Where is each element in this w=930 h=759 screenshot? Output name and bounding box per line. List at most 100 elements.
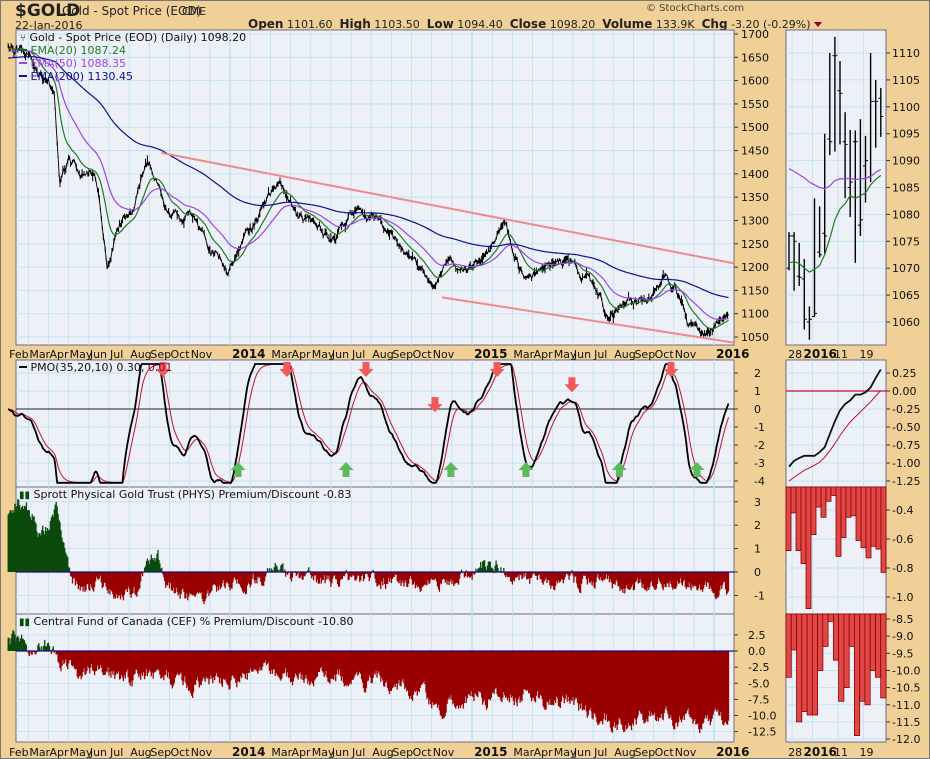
mini-pmo-axis-label: -0.75 [892, 439, 920, 452]
ema50-swatch-icon [19, 62, 27, 64]
date-axis-label: Aug [130, 348, 151, 361]
phys-axis-label: 0 [754, 566, 761, 579]
mini-cef-axis-label: -9.0 [892, 630, 913, 643]
mini-phys-bar [850, 486, 857, 517]
price-axis-label: 1200 [741, 261, 769, 274]
date-axis-label: Jun [573, 348, 591, 361]
mini-phys-axis-label: -0.8 [892, 562, 913, 575]
mini-price-axis-label: 1070 [892, 262, 920, 275]
mini-price-axis-label: 1105 [892, 74, 920, 87]
histogram-icon: ▮▮ [19, 490, 31, 501]
date-axis-label: Jul [109, 348, 123, 361]
mini-date-axis-label: 11 [834, 746, 848, 759]
date-axis-label: Sep [392, 348, 413, 361]
bottom-date-axis-label: Jun [89, 746, 107, 759]
mini-price-axis-label: 1065 [892, 289, 920, 302]
bottom-date-axis-label: Nov [675, 746, 697, 759]
bottom-date-axis-label: 2015 [474, 745, 507, 759]
mini-price-axis-label: 1100 [892, 101, 920, 114]
date-axis-label: Jul [351, 348, 365, 361]
bottom-date-axis-label: Apr [292, 746, 312, 759]
mini-pmo-axis-label: -1.00 [892, 457, 920, 470]
mini-date-axis-label: 11 [834, 348, 848, 361]
mini-panel-pmo [785, 359, 887, 488]
mini-phys-bar [875, 486, 882, 550]
mini-phys-bar [855, 486, 862, 541]
price-axis-label: 1300 [741, 214, 769, 227]
ema50-legend: EMA(50) 1088.35 [19, 57, 126, 70]
price-axis-label: 1250 [741, 238, 769, 251]
mini-price-axis-label: 1090 [892, 155, 920, 168]
cef-legend: ▮▮ Central Fund of Canada (CEF) % Premiu… [19, 615, 354, 628]
cef-axis-label: -12.5 [748, 726, 776, 739]
mini-cef-bar [811, 613, 818, 716]
bottom-date-axis-label: Jun [331, 746, 349, 759]
mini-cef-axis-label: -12.0 [892, 733, 920, 746]
mini-phys-bar [810, 486, 817, 535]
date-axis-label: Aug [372, 348, 393, 361]
date-axis-label: 2014 [232, 347, 265, 361]
mini-cef-bar [869, 613, 876, 671]
date-axis-label: Nov [433, 348, 455, 361]
mini-pmo-axis-label: 0.25 [892, 367, 917, 380]
mini-phys-bar [785, 486, 792, 551]
mini-price-axis-label: 1075 [892, 235, 920, 248]
price-axis-label: 1100 [741, 308, 769, 321]
mini-cef-bar [880, 613, 887, 699]
bottom-date-axis-label: Jun [573, 746, 591, 759]
price-axis-label: 1450 [741, 145, 769, 158]
mini-pmo-axis-label: 0.00 [892, 385, 917, 398]
bottom-date-axis-label: Aug [130, 746, 151, 759]
mini-phys-axis-label: -1.0 [892, 591, 913, 604]
mini-phys-bar [860, 486, 867, 549]
mini-pmo-axis-label: -0.50 [892, 421, 920, 434]
mini-cef-bar [833, 613, 840, 661]
mini-cef-axis-label: -10.5 [892, 682, 920, 695]
mini-phys-bar [865, 486, 872, 559]
date-axis-label: Sep [634, 348, 655, 361]
ema200-swatch-icon [19, 75, 27, 77]
mini-date-axis-label: 2016 [804, 347, 837, 361]
date-axis-label: Mar [29, 348, 50, 361]
mini-phys-bar [800, 486, 807, 564]
mini-phys-bar [830, 486, 837, 496]
date-axis-label: Apr [50, 348, 70, 361]
ema20-legend: EMA(20) 1087.24 [19, 44, 126, 57]
date-axis-label: Apr [292, 348, 312, 361]
mini-date-axis-label: 28 [788, 746, 802, 759]
pmo-legend-text: PMO(35,20,10) 0.30, [30, 361, 145, 374]
mini-pmo-axis-label: -0.25 [892, 403, 920, 416]
bottom-date-axis-label: Sep [150, 746, 171, 759]
mini-cef-bar [848, 613, 855, 647]
date-axis-label: Mar [513, 348, 534, 361]
date-axis-label: Jul [593, 348, 607, 361]
bottom-date-axis-label: Aug [614, 746, 635, 759]
pmo-legend: PMO(35,20,10) 0.30, 0.01 [19, 361, 172, 374]
cef-axis-label: 2.5 [748, 629, 766, 642]
mini-date-axis-label: 19 [860, 348, 874, 361]
mini-price-axis-label: 1060 [892, 316, 920, 329]
mini-price-axis-label: 1080 [892, 208, 920, 221]
date-axis-label: Feb [9, 348, 28, 361]
pmo-axis-label: 0 [754, 403, 761, 416]
bottom-date-axis-label: Jul [351, 746, 365, 759]
bottom-date-axis-label: 2014 [232, 745, 265, 759]
ema20-swatch-icon [19, 49, 27, 51]
mini-date-axis-label: 28 [788, 348, 802, 361]
cef-axis-label: -5.0 [748, 677, 769, 690]
cef-axis-label: 0.0 [748, 645, 766, 658]
mini-cef-bar [785, 613, 792, 678]
bottom-date-axis-label: Nov [433, 746, 455, 759]
price-legend: ⑂ Gold - Spot Price (EOD) (Daily) 1098.2… [20, 31, 246, 44]
mini-cef-bar [817, 613, 824, 671]
ema200-legend: EMA(200) 1130.45 [19, 70, 133, 83]
mini-cef-bar [838, 613, 845, 702]
date-axis-label: Oct [413, 348, 433, 361]
price-legend-text: Gold - Spot Price (EOD) (Daily) 1098.20 [29, 31, 247, 44]
mini-cef-bar [854, 613, 861, 736]
bottom-date-axis-label: Apr [50, 746, 70, 759]
mini-cef-bar [790, 613, 797, 651]
cef-axis-label: -7.5 [748, 693, 769, 706]
ema200-legend-text: EMA(200) 1130.45 [30, 70, 134, 83]
bottom-date-axis-label: Mar [271, 746, 292, 759]
